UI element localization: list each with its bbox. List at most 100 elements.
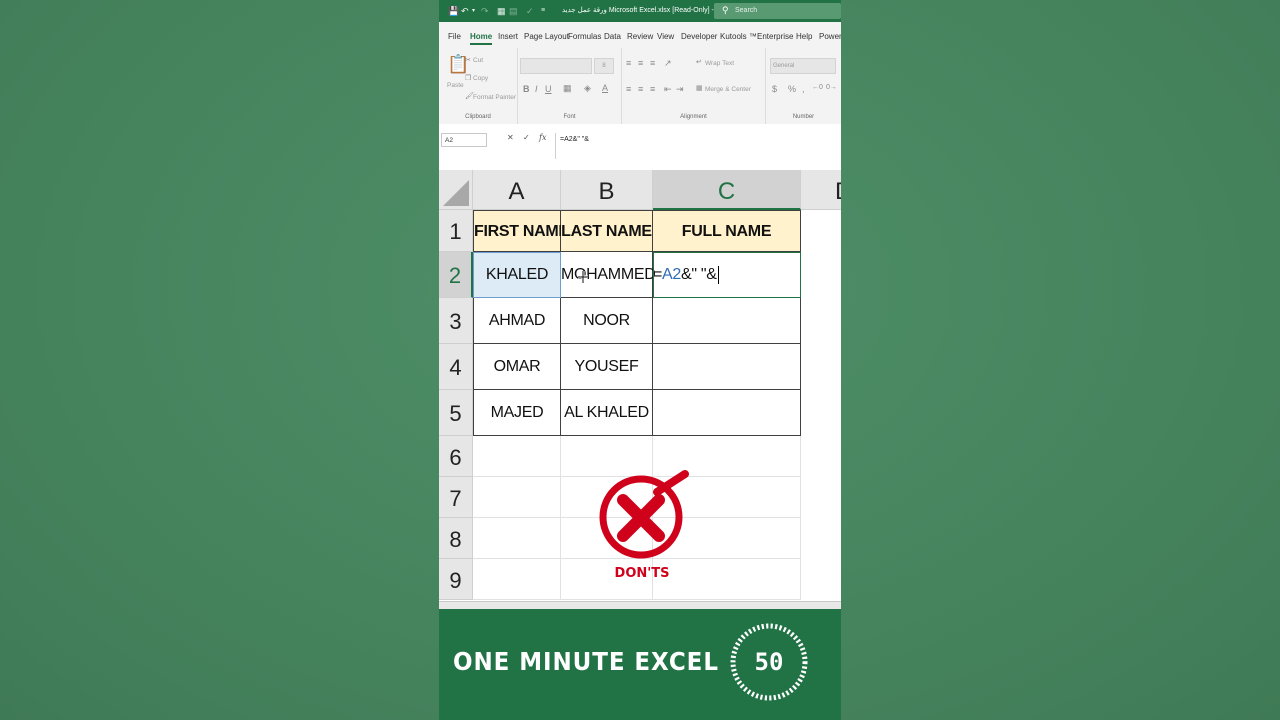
row-header-7[interactable]: 7 [439, 477, 473, 518]
cell-a1[interactable]: FIRST NAME [473, 210, 569, 252]
formula-prefix: = [653, 266, 663, 283]
print-preview-icon[interactable]: ▤ [509, 5, 518, 17]
cell-a5[interactable]: MAJED [473, 390, 561, 436]
wrap-text-icon[interactable]: ↵ [696, 58, 702, 66]
decrease-decimal-icon[interactable]: 0→ [826, 84, 837, 91]
align-bottom-icon[interactable]: ≡ [650, 58, 655, 68]
cell-c1[interactable]: FULL NAME [653, 210, 801, 252]
paste-label[interactable]: Paste [447, 82, 464, 89]
column-header-c[interactable]: C [653, 170, 801, 210]
cell-a6[interactable] [473, 436, 561, 477]
align-top-icon[interactable]: ≡ [626, 58, 631, 68]
merge-center-icon[interactable]: ▦ [696, 84, 703, 92]
tab-data[interactable]: Data [604, 32, 621, 41]
spelling-icon[interactable]: ✓ [526, 5, 534, 17]
merge-center-button[interactable]: Merge & Center [705, 86, 751, 93]
undo-dropdown-icon[interactable]: ▾ [472, 5, 475, 17]
customize-toolbar-icon[interactable]: ≡ [541, 5, 545, 17]
cell-c3[interactable] [653, 298, 801, 344]
save-icon[interactable]: 💾 [448, 5, 459, 17]
font-size-select[interactable]: 8 [594, 58, 614, 74]
cancel-formula-icon[interactable]: ✕ [507, 133, 514, 142]
align-right-icon[interactable]: ≡ [650, 84, 655, 94]
cell-a2[interactable]: KHALED [473, 252, 561, 298]
accounting-icon[interactable]: $ [772, 84, 777, 94]
wrap-text-button[interactable]: Wrap Text [705, 60, 734, 67]
tab-poweru[interactable]: PowerU [819, 32, 841, 41]
undo-icon[interactable]: ↶ [461, 5, 469, 17]
row-header-5[interactable]: 5 [439, 390, 473, 436]
cell-a4[interactable]: OMAR [473, 344, 561, 390]
column-header-d[interactable]: D [801, 170, 841, 210]
font-color-icon[interactable]: A [602, 83, 608, 93]
increase-indent-icon[interactable]: ⇥ [676, 84, 684, 95]
align-center-icon[interactable]: ≡ [638, 84, 643, 94]
select-all-corner[interactable] [439, 170, 473, 210]
tab-home[interactable]: Home [470, 32, 493, 45]
decrease-indent-icon[interactable]: ⇤ [664, 84, 672, 95]
name-box[interactable]: A2 [441, 133, 487, 147]
tab-insert[interactable]: Insert [498, 32, 518, 41]
tab-view[interactable]: View [657, 32, 674, 41]
align-middle-icon[interactable]: ≡ [638, 58, 643, 68]
tab-file[interactable]: File [448, 32, 461, 41]
row-header-3[interactable]: 3 [439, 298, 473, 344]
window-title: ورقة عمل جديد Microsoft Excel.xlsx [Read… [562, 7, 733, 14]
row-header-2[interactable]: 2 [439, 252, 473, 298]
borders-icon[interactable]: ▦ [563, 83, 572, 94]
row-header-4[interactable]: 4 [439, 344, 473, 390]
percent-icon[interactable]: % [788, 84, 796, 94]
cell-c2-editing[interactable]: =A2&" "& [653, 252, 801, 298]
font-size-value: 8 [602, 63, 606, 69]
align-left-icon[interactable]: ≡ [626, 84, 631, 94]
form-icon[interactable]: ▦ [497, 5, 506, 17]
row-header-8[interactable]: 8 [439, 518, 473, 559]
column-header-a[interactable]: A [473, 170, 561, 210]
cut-button[interactable]: Cut [473, 57, 483, 64]
cell-b3[interactable]: NOOR [561, 298, 653, 344]
comma-style-icon[interactable]: , [802, 84, 805, 94]
row-header-1[interactable]: 1 [439, 210, 473, 252]
alignment-group-label: Alignment [680, 114, 707, 120]
font-name-select[interactable] [520, 58, 592, 74]
tab-developer[interactable]: Developer [681, 32, 717, 41]
cell-c4[interactable] [653, 344, 801, 390]
cell-c5[interactable] [653, 390, 801, 436]
increase-decimal-icon[interactable]: ←0 [812, 84, 823, 91]
title-bar: 💾 ↶ ▾ ↷ ▦ ▤ ✓ ≡ ورقة عمل جديد Microsoft … [439, 0, 841, 22]
redo-icon[interactable]: ↷ [481, 5, 489, 17]
row-header-6[interactable]: 6 [439, 436, 473, 477]
text-cursor [717, 265, 719, 284]
cell-b1[interactable]: LAST NAME [561, 210, 653, 252]
copy-icon[interactable]: ❐ [465, 74, 471, 82]
italic-icon[interactable]: I [535, 84, 538, 94]
cell-a3[interactable]: AHMAD [473, 298, 561, 344]
tab-kutools[interactable]: Kutools ™ [720, 32, 757, 41]
cell-b2[interactable]: MOHAMMED [561, 252, 656, 298]
cell-b5[interactable]: AL KHALED [561, 390, 653, 436]
cell-a8[interactable] [473, 518, 561, 559]
cell-a9[interactable] [473, 559, 561, 600]
search-box[interactable]: ⚲ Search [714, 3, 841, 19]
row-header-9[interactable]: 9 [439, 559, 473, 600]
tab-formulas[interactable]: Formulas [568, 32, 601, 41]
underline-icon[interactable]: U [545, 84, 552, 94]
cell-a7[interactable] [473, 477, 561, 518]
formula-input[interactable]: =A2&" "& [555, 133, 839, 159]
insert-function-icon[interactable]: fx [539, 133, 546, 142]
orientation-icon[interactable]: ↗ [664, 58, 672, 69]
copy-button[interactable]: Copy [473, 75, 488, 82]
tab-review[interactable]: Review [627, 32, 653, 41]
format-painter-button[interactable]: Format Painter [473, 94, 516, 101]
column-header-b[interactable]: B [561, 170, 653, 210]
cell-b4[interactable]: YOUSEF [561, 344, 653, 390]
enter-formula-icon[interactable]: ✓ [523, 133, 530, 142]
ribbon-tabs: File Home Insert Page Layout Formulas Da… [439, 22, 841, 48]
cut-icon[interactable]: ✂ [465, 56, 471, 64]
fill-color-icon[interactable]: ◈ [584, 83, 591, 94]
tab-help[interactable]: Help [796, 32, 812, 41]
number-format-select[interactable]: General [770, 58, 836, 74]
tab-page-layout[interactable]: Page Layout [524, 32, 569, 41]
tab-enterprise[interactable]: Enterprise [757, 32, 793, 41]
bold-icon[interactable]: B [523, 84, 530, 94]
